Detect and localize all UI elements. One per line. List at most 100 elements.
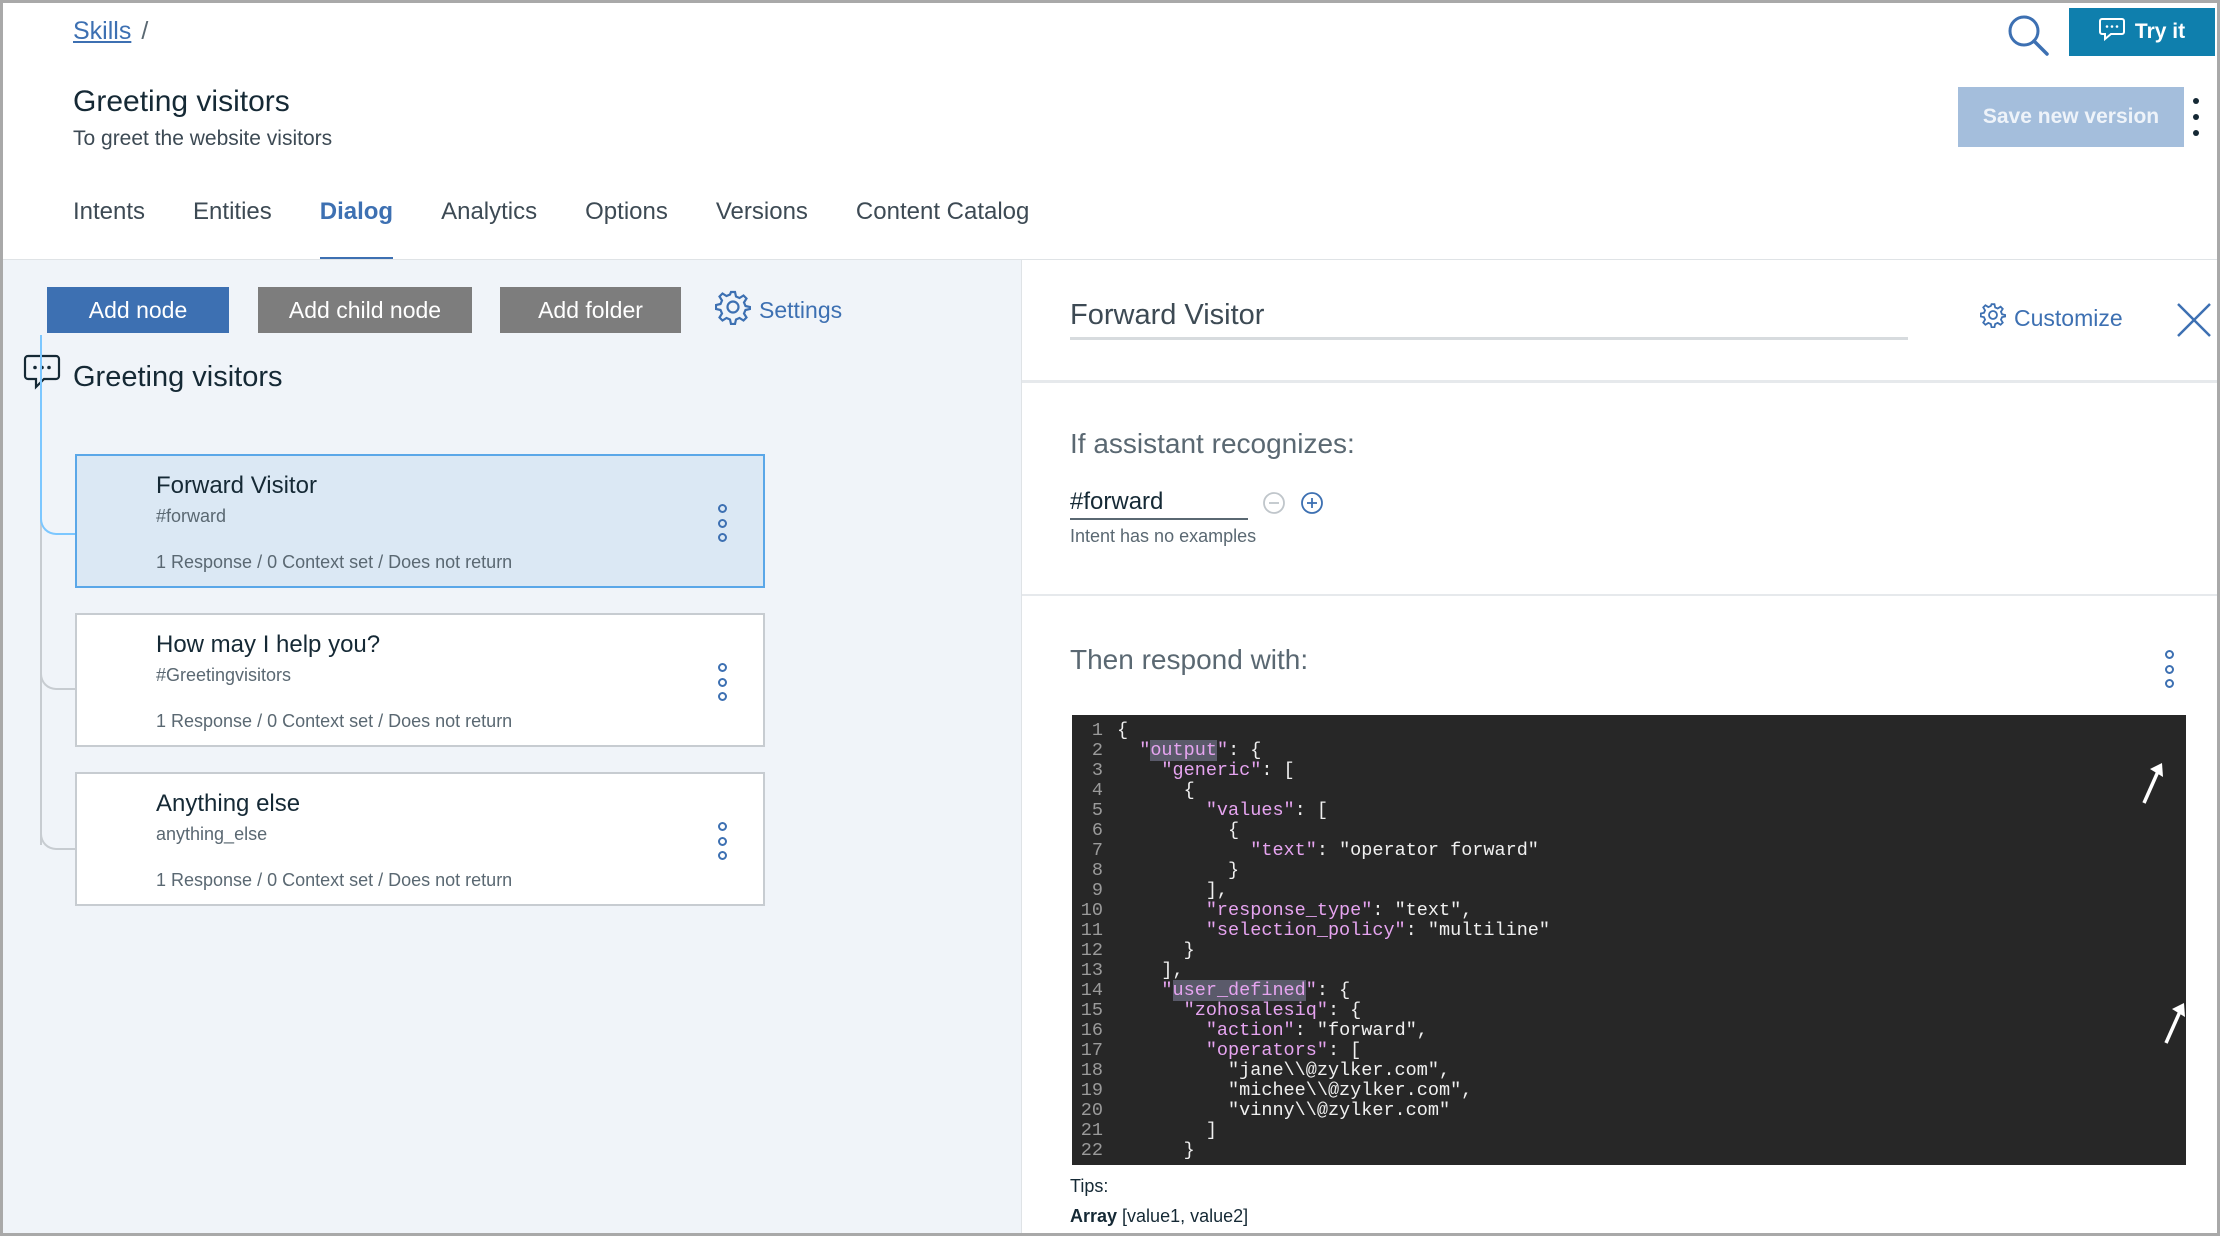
tab-intents[interactable]: Intents [73, 193, 145, 261]
code-text: ], [1117, 961, 1184, 981]
code-line: 4 { [1072, 781, 2186, 801]
tab-content-catalog[interactable]: Content Catalog [856, 193, 1029, 261]
tips-label: Tips: [1070, 1176, 1108, 1197]
code-text: } [1117, 1141, 1195, 1161]
kebab-icon[interactable] [715, 822, 729, 860]
line-number: 2 [1072, 741, 1117, 761]
add-child-node-button[interactable]: Add child node [258, 287, 472, 333]
code-text: "output": { [1117, 741, 1261, 761]
code-text: "jane\\@zylker.com", [1117, 1061, 1450, 1081]
code-line: 7 "text": "operator forward" [1072, 841, 2186, 861]
divider [1022, 594, 2220, 596]
line-number: 19 [1072, 1081, 1117, 1101]
tab-entities[interactable]: Entities [193, 193, 272, 261]
code-line: 6 { [1072, 821, 2186, 841]
code-line: 8 } [1072, 861, 2186, 881]
settings-button[interactable]: Settings [715, 287, 842, 333]
add-folder-button[interactable]: Add folder [500, 287, 681, 333]
json-code-editor[interactable]: 1{2 "output": {3 "generic": [4 {5 "value… [1072, 715, 2186, 1165]
dialog-node-anything-else[interactable]: Anything else anything_else 1 Response /… [75, 772, 765, 906]
node-condition: #Greetingvisitors [156, 665, 291, 686]
chat-icon [2099, 17, 2125, 47]
line-number: 18 [1072, 1061, 1117, 1081]
line-number: 3 [1072, 761, 1117, 781]
gear-icon [715, 289, 751, 331]
minus-circle-icon[interactable] [1262, 491, 1286, 515]
node-title: Anything else [156, 790, 300, 818]
tree-branch [40, 335, 76, 535]
code-text: "zohosalesiq": { [1117, 1001, 1361, 1021]
code-line: 9 ], [1072, 881, 2186, 901]
code-line: 1{ [1072, 721, 2186, 741]
line-number: 13 [1072, 961, 1117, 981]
try-it-label: Try it [2135, 20, 2185, 44]
kebab-icon[interactable] [715, 504, 729, 542]
code-text: { [1117, 821, 1239, 841]
tab-options[interactable]: Options [585, 193, 668, 261]
kebab-icon[interactable] [2189, 98, 2203, 136]
code-text: ] [1117, 1121, 1217, 1141]
line-number: 9 [1072, 881, 1117, 901]
code-text: "vinny\\@zylker.com" [1117, 1101, 1450, 1121]
line-number: 6 [1072, 821, 1117, 841]
tips-example: Array [value1, value2] [1070, 1206, 1248, 1227]
code-line: 14 "user_defined": { [1072, 981, 2186, 1001]
save-new-version-button[interactable]: Save new version [1958, 87, 2184, 147]
node-name-input[interactable] [1070, 294, 1908, 340]
plus-circle-icon[interactable] [1300, 491, 1324, 515]
code-text: } [1117, 941, 1195, 961]
divider [1022, 380, 2220, 383]
code-text: "response_type": "text", [1117, 901, 1472, 921]
node-condition: #forward [156, 506, 226, 527]
line-number: 21 [1072, 1121, 1117, 1141]
code-line: 11 "selection_policy": "multiline" [1072, 921, 2186, 941]
settings-label: Settings [759, 297, 842, 324]
search-icon[interactable] [2006, 13, 2050, 57]
code-line: 18 "jane\\@zylker.com", [1072, 1061, 2186, 1081]
line-number: 14 [1072, 981, 1117, 1001]
close-icon[interactable] [2174, 300, 2214, 340]
customize-button[interactable]: Customize [1980, 302, 2123, 334]
line-number: 7 [1072, 841, 1117, 861]
line-number: 10 [1072, 901, 1117, 921]
breadcrumb: Skills / [73, 17, 148, 46]
tree-branch [40, 710, 76, 850]
breadcrumb-separator: / [141, 17, 148, 45]
tab-analytics[interactable]: Analytics [441, 193, 537, 261]
app-window: Skills/ Greeting visitors To greet the w… [0, 0, 2220, 1236]
line-number: 17 [1072, 1041, 1117, 1061]
code-line: 12 } [1072, 941, 2186, 961]
tab-bar: Intents Entities Dialog Analytics Option… [73, 193, 1077, 261]
add-node-button[interactable]: Add node [47, 287, 229, 333]
code-line: 19 "michee\\@zylker.com", [1072, 1081, 2186, 1101]
condition-input[interactable] [1070, 486, 1248, 520]
recognizes-label: If assistant recognizes: [1070, 428, 1355, 460]
code-text: ], [1117, 881, 1228, 901]
dialog-node-forward-visitor[interactable]: Forward Visitor #forward 1 Response / 0 … [75, 454, 765, 588]
tab-versions[interactable]: Versions [716, 193, 808, 261]
breadcrumb-skills-link[interactable]: Skills [73, 17, 131, 45]
code-text: "generic": [ [1117, 761, 1295, 781]
kebab-icon[interactable] [2162, 650, 2176, 688]
code-line: 13 ], [1072, 961, 2186, 981]
node-meta: 1 Response / 0 Context set / Does not re… [156, 711, 512, 732]
code-line: 21 ] [1072, 1121, 2186, 1141]
kebab-icon[interactable] [715, 663, 729, 701]
tips-type: Array [1070, 1206, 1117, 1226]
code-text: "values": [ [1117, 801, 1328, 821]
tab-dialog[interactable]: Dialog [320, 193, 393, 261]
line-number: 22 [1072, 1141, 1117, 1161]
skill-title: Greeting visitors [73, 85, 290, 119]
line-number: 16 [1072, 1021, 1117, 1041]
try-it-button[interactable]: Try it [2069, 8, 2215, 56]
code-line: 15 "zohosalesiq": { [1072, 1001, 2186, 1021]
code-text: "text": "operator forward" [1117, 841, 1539, 861]
code-line: 22 } [1072, 1141, 2186, 1161]
code-text: "user_defined": { [1117, 981, 1350, 1001]
line-number: 11 [1072, 921, 1117, 941]
line-number: 8 [1072, 861, 1117, 881]
condition-row [1070, 486, 1324, 520]
dialog-node-how-may-i-help[interactable]: How may I help you? #Greetingvisitors 1 … [75, 613, 765, 747]
line-number: 5 [1072, 801, 1117, 821]
line-number: 1 [1072, 721, 1117, 741]
